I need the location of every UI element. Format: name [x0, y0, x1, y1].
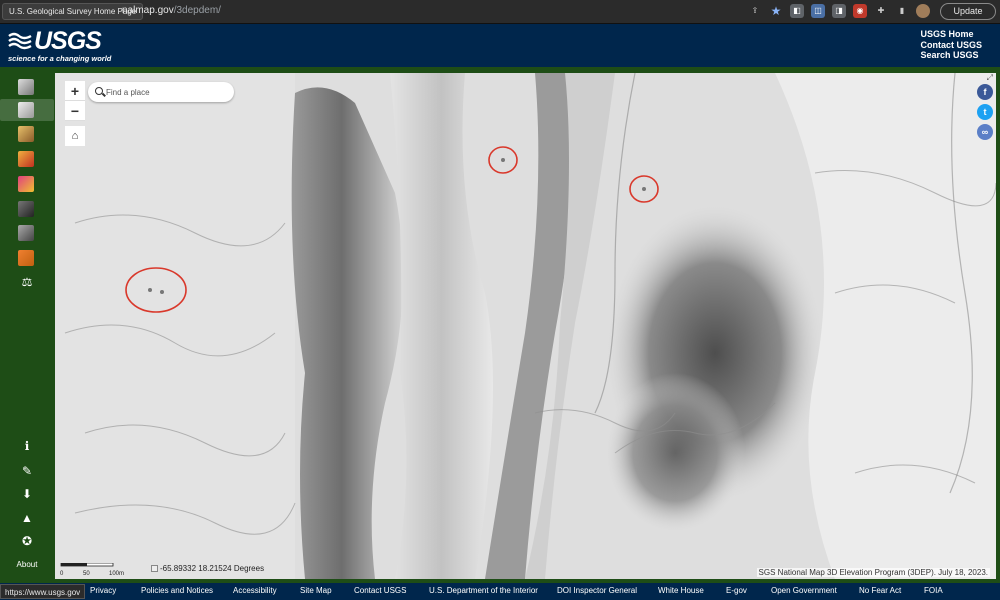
basemap-thumbnail-hillshade[interactable]	[18, 79, 34, 95]
footer-link-foia[interactable]: FOIA	[924, 586, 943, 595]
extension-tray: ⇪ ★ ◧ ◫ ◨ ◉ ✚ ▮	[748, 4, 930, 18]
basemap-thumbnail-slope[interactable]	[18, 151, 34, 167]
annotation-circle	[125, 267, 187, 313]
footer-link-accessibility[interactable]: Accessibility	[233, 586, 277, 595]
measure-icon[interactable]: ✎	[19, 463, 35, 479]
search-input[interactable]	[106, 85, 226, 99]
zoom-controls: + −	[65, 81, 85, 123]
home-icon: ⌂	[71, 130, 79, 142]
sidebar: ⚖ ℹ ✎ ⬇ ▲ ✪	[0, 67, 54, 583]
search-icon	[95, 87, 103, 95]
update-button[interactable]: Update	[940, 3, 996, 20]
footer-link-inspector-general[interactable]: DOI Inspector General	[557, 586, 637, 595]
url-host: nalmap.gov	[122, 5, 174, 16]
download-icon[interactable]: ⬇	[19, 486, 35, 502]
bookmark-star-icon[interactable]: ★	[769, 4, 783, 18]
usgs-footer: https://www.usgs.gov Privacy Policies an…	[0, 583, 1000, 600]
twitter-icon[interactable]: t	[977, 104, 993, 120]
sinkhole-marker	[148, 288, 152, 292]
url-path: /3depdem/	[173, 5, 221, 16]
search-box	[88, 82, 234, 102]
footer-link-egov[interactable]: E-gov	[726, 586, 747, 595]
sinkhole-marker	[160, 290, 164, 294]
footer-link-doi[interactable]: U.S. Department of the Interior	[429, 586, 538, 595]
share-icon[interactable]: ⇪	[748, 4, 762, 18]
basemap-thumbnail-aspect[interactable]	[18, 126, 34, 142]
extension-icon[interactable]: ◨	[832, 4, 846, 18]
scale-label: 50	[83, 571, 90, 577]
footer-link-privacy[interactable]: Privacy	[90, 586, 116, 595]
usgs-home-link[interactable]: USGS Home	[920, 29, 982, 40]
extension-icon[interactable]: ◉	[853, 4, 867, 18]
usgs-waves-icon	[8, 32, 32, 50]
footer-link-white-house[interactable]: White House	[658, 586, 704, 595]
expand-icon[interactable]: ⤢	[987, 73, 993, 83]
zoom-in-button[interactable]: +	[65, 81, 85, 101]
logo-tagline: science for a changing world	[8, 54, 112, 63]
contact-usgs-link[interactable]: Contact USGS	[920, 40, 982, 51]
basemap-thumbnail-tinted[interactable]	[18, 250, 34, 266]
info-icon[interactable]: ℹ	[19, 438, 35, 454]
search-usgs-link[interactable]: Search USGS	[920, 50, 982, 61]
sinkhole-marker	[642, 187, 646, 191]
extension-icon[interactable]: ◫	[811, 4, 825, 18]
puzzle-icon[interactable]: ✚	[874, 4, 888, 18]
sidepanel-icon[interactable]: ▮	[895, 4, 909, 18]
scale-label: 100m	[109, 571, 124, 577]
footer-link-no-fear[interactable]: No Fear Act	[859, 586, 901, 595]
home-button[interactable]: ⌂	[65, 126, 85, 146]
coord-toggle-icon[interactable]	[151, 565, 158, 572]
footer-link-site-map[interactable]: Site Map	[300, 586, 332, 595]
education-icon[interactable]: ✪	[19, 533, 35, 549]
scale-label: 0	[60, 571, 64, 577]
facebook-icon[interactable]: f	[977, 84, 993, 100]
profile-avatar[interactable]	[916, 4, 930, 18]
status-url: https://www.usgs.gov	[0, 584, 86, 599]
sinkhole-marker	[501, 158, 505, 162]
basemap-thumbnail-multidirectional[interactable]	[18, 225, 34, 241]
footer-link-contact[interactable]: Contact USGS	[354, 586, 406, 595]
usgs-header: USGS science for a changing world USGS H…	[0, 24, 1000, 67]
browser-toolbar: U.S. Geological Survey Home Page nalmap.…	[0, 0, 1000, 24]
about-link[interactable]: About	[0, 560, 54, 569]
header-links: USGS Home Contact USGS Search USGS	[920, 29, 982, 61]
elevation-map[interactable]: + − ⌂ ⤢ f t ∞ 0 50 100m -65.89332 18.215…	[55, 73, 996, 579]
zoom-out-button[interactable]: −	[65, 101, 85, 121]
footer-link-open-government[interactable]: Open Government	[771, 586, 837, 595]
basemap-thumbnail-height[interactable]	[18, 176, 34, 192]
footer-link-policies[interactable]: Policies and Notices	[141, 586, 213, 595]
coordinate-readout: -65.89332 18.21524 Degrees	[151, 564, 264, 573]
bookmark-icon[interactable]: ▲	[19, 510, 35, 526]
basemap-thumbnail-contour[interactable]	[18, 201, 34, 217]
logo-text: USGS	[34, 27, 102, 55]
share-link-icon[interactable]: ∞	[977, 124, 993, 140]
map-attribution: SGS National Map 3D Elevation Program (3…	[756, 568, 990, 577]
extension-icon[interactable]: ◧	[790, 4, 804, 18]
usgs-logo[interactable]: USGS science for a changing world	[8, 28, 111, 63]
basemap-thumbnail-shaded-relief[interactable]	[18, 102, 34, 118]
scale-bar: 0 50 100m	[60, 563, 124, 577]
layers-icon[interactable]: ⚖	[19, 274, 35, 290]
annotation-overlay	[125, 146, 659, 313]
coordinate-text: -65.89332 18.21524 Degrees	[160, 564, 265, 573]
address-bar[interactable]: nalmap.gov/3depdem/	[122, 5, 221, 16]
